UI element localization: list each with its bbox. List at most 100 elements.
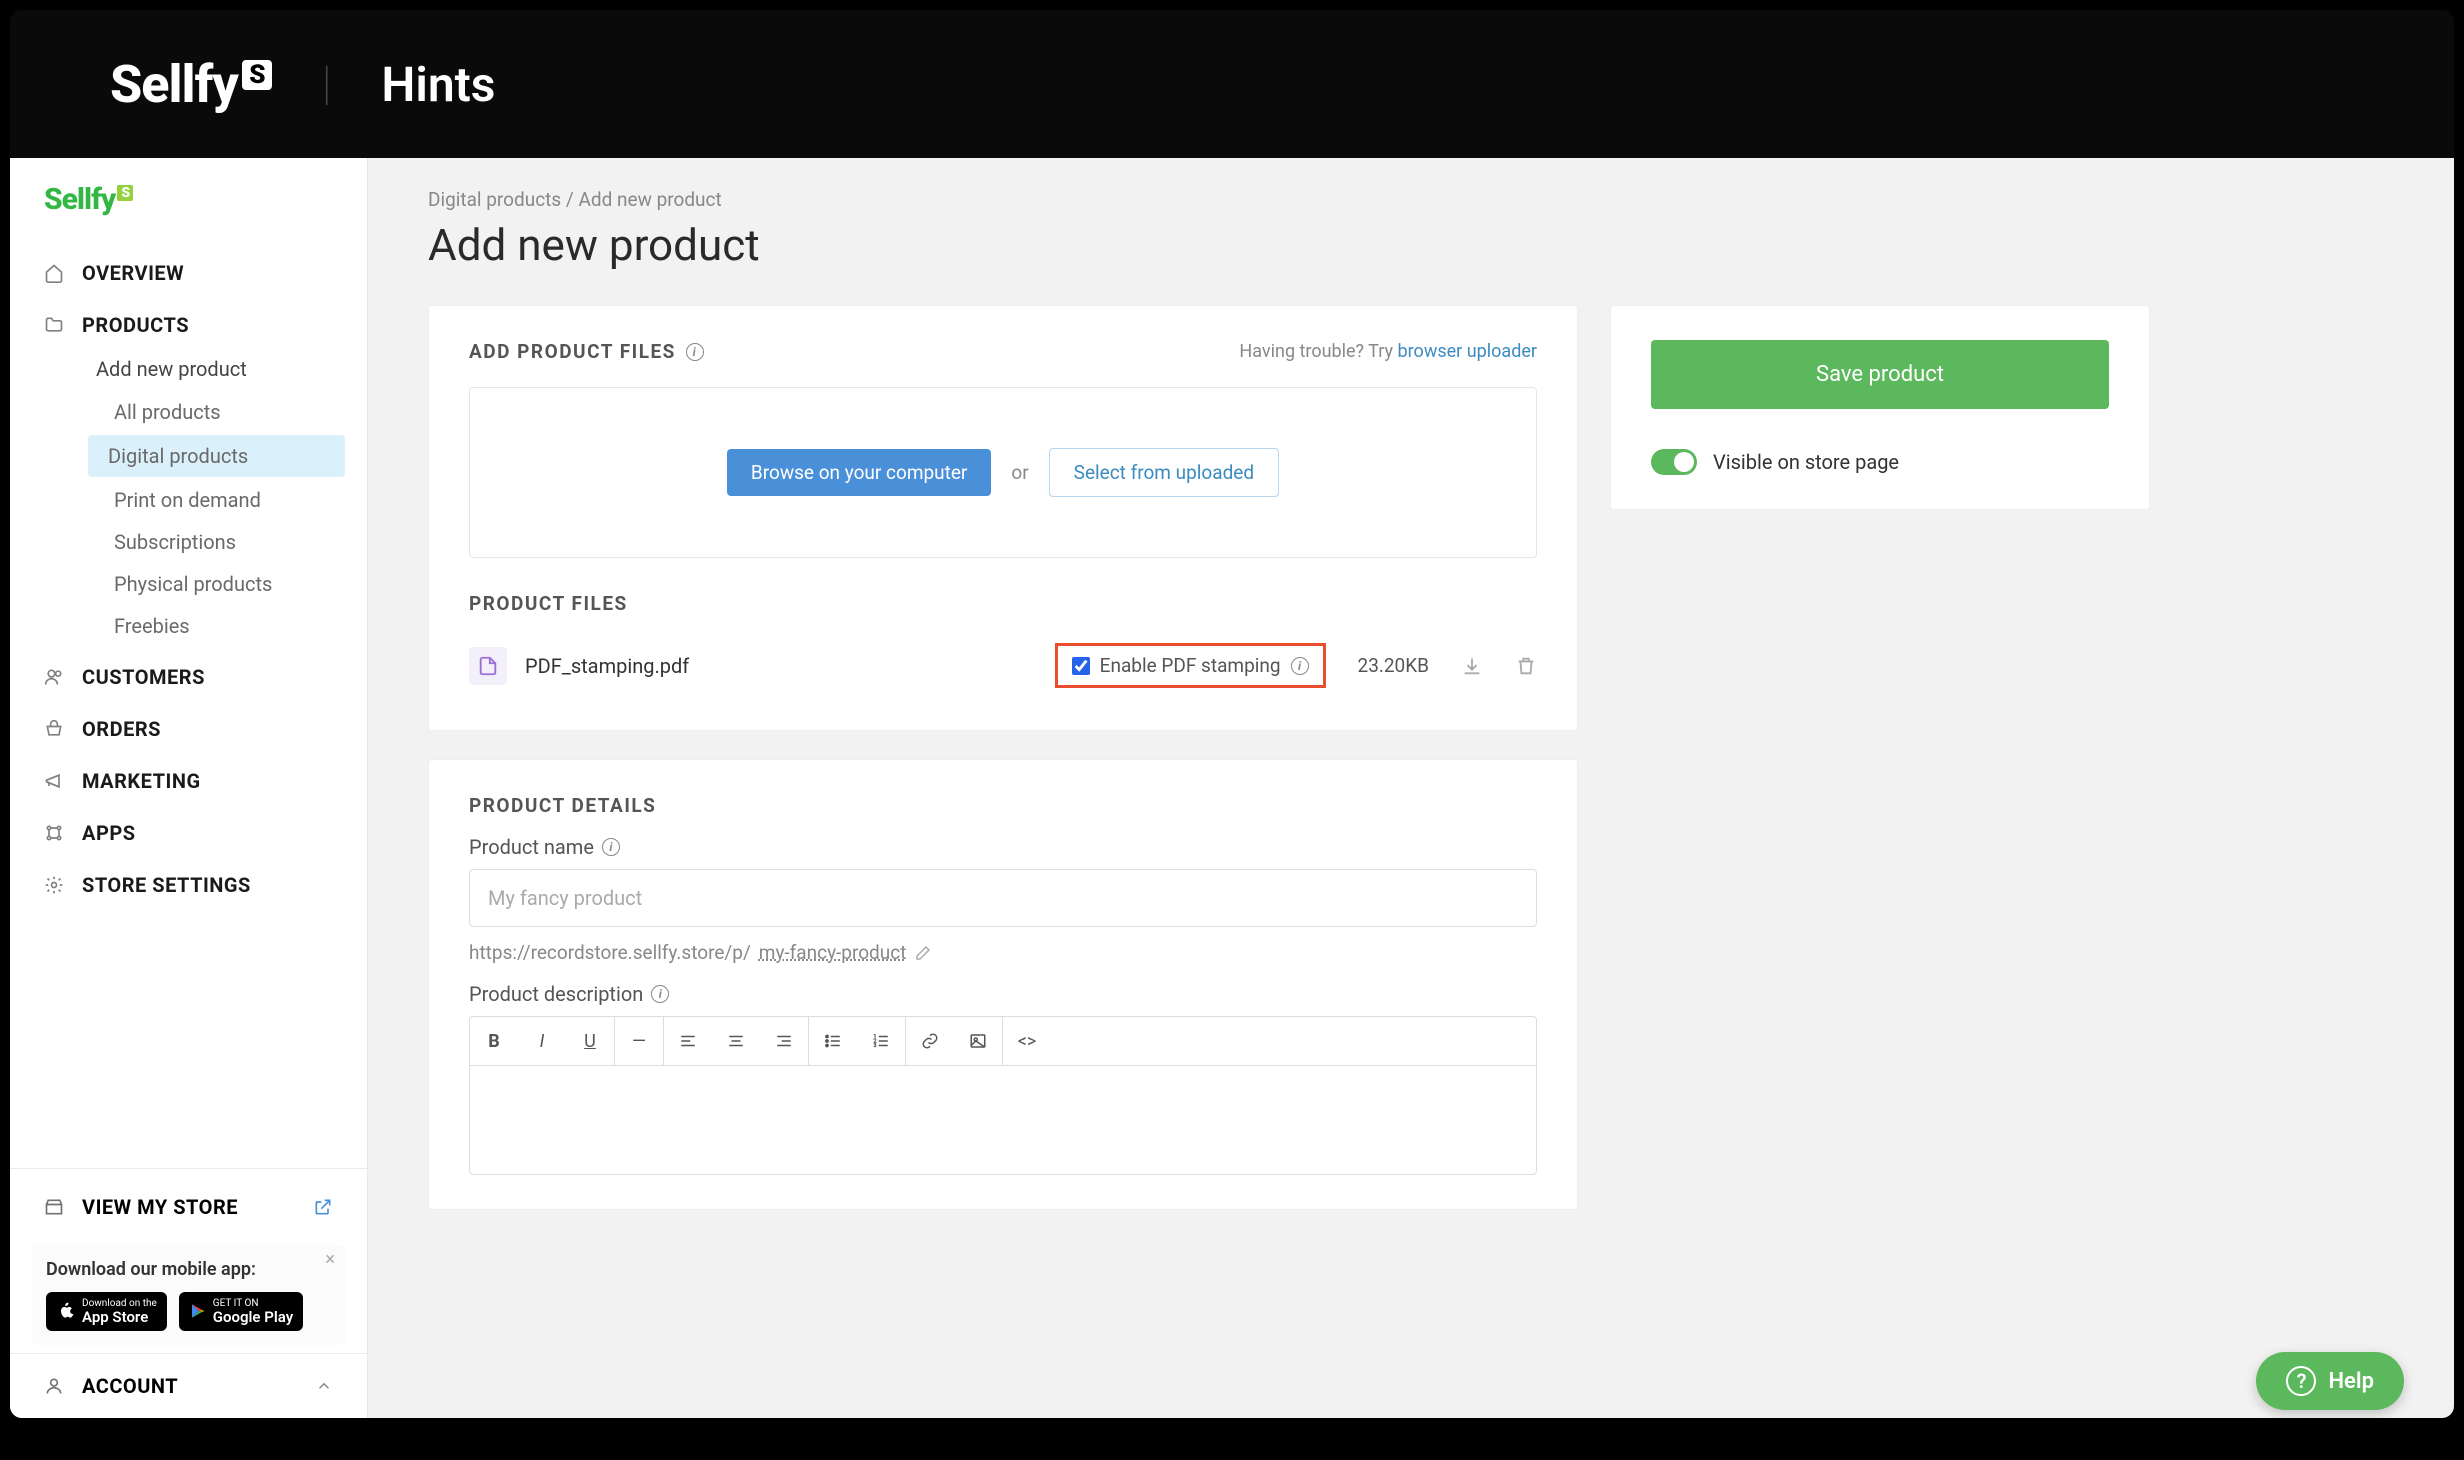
number-list-button[interactable]: 123 (857, 1017, 905, 1065)
external-link-icon (313, 1197, 333, 1217)
product-name-input[interactable] (469, 869, 1537, 927)
users-icon (44, 667, 64, 687)
info-icon[interactable]: i (686, 343, 704, 361)
image-button[interactable] (954, 1017, 1002, 1065)
hr-button[interactable]: — (615, 1017, 663, 1065)
nav-label: APPS (82, 821, 136, 845)
basket-icon (44, 719, 64, 739)
code-button[interactable]: <> (1003, 1017, 1051, 1065)
nav-label: OVERVIEW (82, 261, 184, 285)
align-center-button[interactable] (712, 1017, 760, 1065)
file-size: 23.20KB (1358, 654, 1429, 677)
pdf-stamping-label: Enable PDF stamping (1100, 654, 1281, 677)
nav-freebies[interactable]: Freebies (10, 605, 367, 647)
pdf-stamping-checkbox[interactable] (1072, 657, 1090, 675)
or-text: or (1011, 461, 1028, 484)
badge-small: Download on the (82, 1298, 157, 1309)
google-play-badge[interactable]: GET IT ONGoogle Play (179, 1292, 303, 1332)
file-row: PDF_stamping.pdf Enable PDF stamping i 2… (469, 635, 1537, 696)
nav-label: MARKETING (82, 769, 201, 793)
doc-title: Hints (381, 56, 495, 113)
close-icon[interactable]: × (325, 1249, 335, 1270)
nav-store-settings[interactable]: STORE SETTINGS (10, 859, 367, 911)
megaphone-icon (44, 771, 64, 791)
nav-label: ORDERS (82, 717, 161, 741)
nav-account[interactable]: ACCOUNT (10, 1353, 367, 1418)
info-icon[interactable]: i (1291, 657, 1309, 675)
doc-header: SellfyS | Hints (10, 10, 2454, 158)
divider: | (322, 57, 332, 111)
sidebar: SellfyS OVERVIEW PRODUCTS Add new produc… (10, 158, 368, 1418)
download-icon[interactable] (1461, 655, 1483, 677)
sellfy-logo: SellfyS (110, 54, 272, 115)
info-icon[interactable]: i (651, 985, 669, 1003)
question-icon: ? (2286, 1366, 2316, 1396)
trouble-text: Having trouble? Try browser uploader (1239, 341, 1537, 362)
user-icon (44, 1376, 64, 1396)
sidebar-brand-badge: S (117, 185, 133, 201)
main-nav: OVERVIEW PRODUCTS Add new product All pr… (10, 235, 367, 1160)
mobile-app-promo: × Download our mobile app: Download on t… (32, 1245, 345, 1346)
nav-label: ACCOUNT (82, 1374, 178, 1398)
select-from-uploaded-button[interactable]: Select from uploaded (1049, 448, 1279, 497)
breadcrumb-current: Add new product (578, 188, 721, 211)
align-left-button[interactable] (664, 1017, 712, 1065)
file-name: PDF_stamping.pdf (525, 654, 689, 678)
play-icon (189, 1302, 207, 1320)
badge-small: GET IT ON (213, 1298, 293, 1309)
breadcrumb: Digital products / Add new product (428, 188, 2394, 211)
url-base: https://recordstore.sellfy.store/p/ (469, 941, 751, 964)
italic-button[interactable]: I (518, 1017, 566, 1065)
link-button[interactable] (906, 1017, 954, 1065)
sidebar-logo[interactable]: SellfyS (10, 158, 367, 235)
product-url: https://recordstore.sellfy.store/p/my-fa… (469, 941, 1537, 964)
brand-badge: S (242, 60, 272, 90)
nav-print-on-demand[interactable]: Print on demand (10, 479, 367, 521)
svg-text:3: 3 (874, 1043, 877, 1049)
brand-text: Sellfy (110, 54, 238, 115)
nav-products[interactable]: PRODUCTS (10, 299, 367, 351)
info-icon[interactable]: i (602, 838, 620, 856)
nav-label: CUSTOMERS (82, 665, 205, 689)
nav-add-new-product[interactable]: Add new product (10, 351, 367, 387)
section-title-files: PRODUCT FILES (469, 592, 1537, 615)
product-description-label: Product description i (469, 982, 1537, 1006)
help-label: Help (2328, 1369, 2374, 1394)
pdf-stamping-highlight: Enable PDF stamping i (1055, 643, 1326, 688)
nav-marketing[interactable]: MARKETING (10, 755, 367, 807)
nav-all-products[interactable]: All products (10, 391, 367, 433)
trash-icon[interactable] (1515, 655, 1537, 677)
browse-button[interactable]: Browse on your computer (727, 449, 991, 496)
visible-toggle[interactable] (1651, 449, 1697, 475)
badge-big: App Store (82, 1309, 157, 1326)
view-store-link[interactable]: VIEW MY STORE (10, 1177, 367, 1237)
gear-icon (44, 875, 64, 895)
breadcrumb-parent[interactable]: Digital products (428, 188, 561, 211)
nav-apps[interactable]: APPS (10, 807, 367, 859)
apps-icon (44, 823, 64, 843)
nav-overview[interactable]: OVERVIEW (10, 247, 367, 299)
align-right-button[interactable] (760, 1017, 808, 1065)
nav-subscriptions[interactable]: Subscriptions (10, 521, 367, 563)
help-button[interactable]: ? Help (2256, 1352, 2404, 1410)
save-product-button[interactable]: Save product (1651, 340, 2109, 409)
underline-button[interactable]: U (566, 1017, 614, 1065)
sidebar-brand-text: Sellfy (44, 182, 115, 217)
nav-customers[interactable]: CUSTOMERS (10, 651, 367, 703)
browser-uploader-link[interactable]: browser uploader (1398, 341, 1537, 362)
bullet-list-button[interactable] (809, 1017, 857, 1065)
description-editor[interactable] (469, 1065, 1537, 1175)
upload-card: ADD PRODUCT FILES i Having trouble? Try … (428, 305, 1578, 731)
bold-button[interactable]: B (470, 1017, 518, 1065)
apple-icon (56, 1301, 76, 1321)
nav-digital-products[interactable]: Digital products (88, 435, 345, 477)
app-store-badge[interactable]: Download on theApp Store (46, 1292, 167, 1332)
nav-orders[interactable]: ORDERS (10, 703, 367, 755)
visible-label: Visible on store page (1713, 450, 1899, 474)
rich-text-toolbar: B I U — (469, 1016, 1537, 1065)
product-name-label: Product name i (469, 835, 1537, 859)
file-icon (469, 647, 507, 685)
nav-physical-products[interactable]: Physical products (10, 563, 367, 605)
folder-icon (44, 315, 64, 335)
pencil-icon[interactable] (914, 944, 932, 962)
